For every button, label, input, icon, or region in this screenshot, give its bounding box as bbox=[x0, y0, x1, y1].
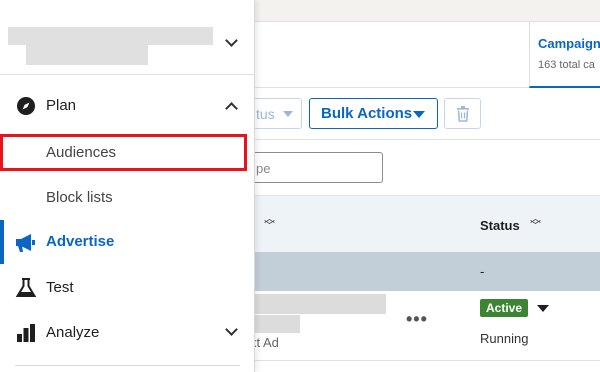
sidebar-item-label: Plan bbox=[46, 97, 77, 114]
toolbar: tus Bulk Actions bbox=[250, 89, 600, 140]
status-column-label: Status bbox=[480, 218, 520, 233]
filter-row: pe bbox=[250, 141, 600, 194]
tab-campaigns-count: 163 total ca bbox=[538, 59, 595, 71]
search-input[interactable]: pe bbox=[250, 152, 383, 183]
highlight-box bbox=[0, 134, 247, 171]
totals-status: - bbox=[480, 264, 485, 279]
sidebar-item-label: Block lists bbox=[46, 189, 113, 206]
status-filter-label: tus bbox=[256, 106, 275, 122]
redacted-account-id bbox=[26, 45, 148, 65]
sidebar-item-analyze[interactable]: Analyze bbox=[0, 311, 255, 355]
sort-icon[interactable]: ︿ ﹀ bbox=[264, 214, 275, 232]
caret-down-icon[interactable] bbox=[537, 305, 549, 312]
caret-down-icon bbox=[283, 111, 293, 117]
redacted-account-name bbox=[8, 27, 213, 45]
sidebar: Plan Audiences Block lists Advertise Tes… bbox=[0, 0, 255, 372]
more-options-icon[interactable]: ••• bbox=[406, 309, 428, 330]
status-badge[interactable]: Active bbox=[480, 299, 529, 317]
sidebar-item-label: Advertise bbox=[46, 233, 115, 250]
status-column-header[interactable]: Status bbox=[480, 218, 520, 233]
tab-campaigns-title: Campaigns bbox=[538, 36, 600, 51]
table-header: ︿ ﹀ Status ︿ ﹀ bbox=[250, 195, 600, 252]
sort-icon[interactable]: ︿ ﹀ bbox=[530, 214, 541, 232]
sidebar-item-test[interactable]: Test bbox=[0, 266, 255, 310]
totals-row: - bbox=[250, 252, 600, 291]
search-placeholder: pe bbox=[256, 161, 271, 176]
chevron-down-icon bbox=[225, 34, 238, 47]
tabs-row: Campaigns 163 total ca bbox=[250, 22, 600, 88]
top-strip bbox=[250, 0, 600, 22]
status-filter-button[interactable]: tus bbox=[250, 98, 302, 129]
delete-button[interactable] bbox=[444, 98, 481, 129]
trash-icon bbox=[456, 105, 469, 122]
sidebar-item-label: Analyze bbox=[46, 324, 100, 341]
sidebar-item-advertise[interactable]: Advertise bbox=[0, 220, 255, 264]
caret-down-icon bbox=[413, 111, 425, 118]
flask-icon bbox=[15, 278, 37, 297]
megaphone-icon bbox=[16, 234, 35, 252]
bulk-actions-button[interactable]: Bulk Actions bbox=[309, 98, 438, 129]
sidebar-item-label: Test bbox=[46, 279, 74, 296]
bar-chart-icon bbox=[17, 324, 35, 342]
tab-campaigns[interactable]: Campaigns 163 total ca bbox=[529, 22, 600, 88]
compass-icon bbox=[17, 97, 35, 115]
account-selector[interactable] bbox=[0, 0, 255, 75]
sidebar-item-block-lists[interactable]: Block lists bbox=[0, 178, 255, 218]
chevron-down-icon bbox=[225, 323, 238, 336]
active-indicator bbox=[0, 220, 4, 264]
table-row bbox=[250, 362, 600, 372]
sidebar-item-plan[interactable]: Plan bbox=[0, 84, 255, 128]
bulk-actions-label: Bulk Actions bbox=[321, 105, 413, 122]
table-row[interactable]: xt Ad ••• Active Running bbox=[250, 291, 600, 361]
chevron-up-icon bbox=[225, 102, 238, 115]
redacted-campaign-name bbox=[250, 294, 386, 314]
redacted-campaign-name bbox=[250, 315, 300, 333]
divider bbox=[15, 365, 240, 366]
delivery-status: Running bbox=[480, 331, 529, 346]
